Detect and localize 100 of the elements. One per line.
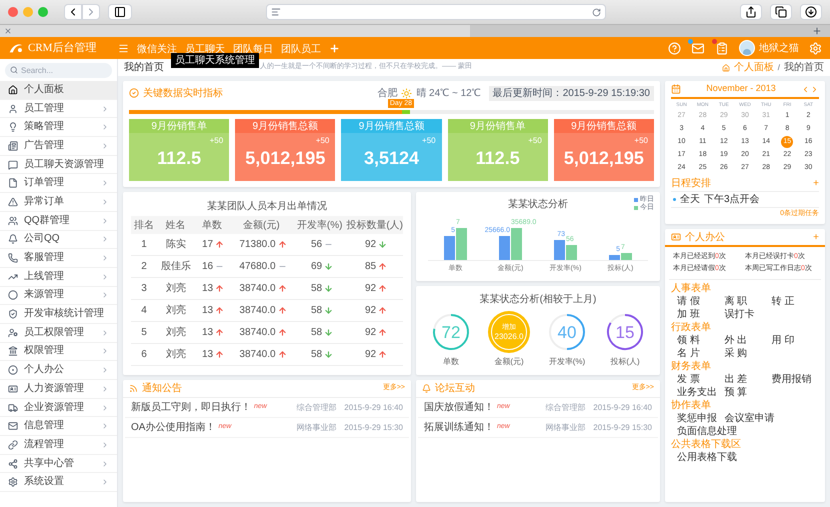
envelope-icon xyxy=(8,421,18,432)
address-field[interactable] xyxy=(266,4,606,20)
rss-icon xyxy=(129,384,138,393)
new-tab-icon[interactable] xyxy=(812,26,822,36)
close-window-button[interactable] xyxy=(8,7,18,17)
notice-title[interactable]: OA办公使用指南！ xyxy=(131,420,216,435)
sidebar-item[interactable]: 个人办公 xyxy=(0,361,117,380)
sidebar-item[interactable]: 权限管理 xyxy=(0,342,117,362)
form-link[interactable]: 业务支出 xyxy=(677,386,724,399)
gauge-value: 40 xyxy=(558,324,576,340)
sidebar-item[interactable]: 人力资源管理 xyxy=(0,380,117,399)
up-arrow-icon xyxy=(378,262,388,271)
form-link[interactable]: 外 出 xyxy=(724,334,772,347)
form-link[interactable]: 用 印 xyxy=(772,334,819,347)
section-title: 公共表格下载区 xyxy=(671,438,741,452)
chevron-icon xyxy=(101,422,109,430)
sidebar-item[interactable]: 流程管理 xyxy=(0,436,117,455)
downloads-button[interactable] xyxy=(800,4,822,20)
search-field[interactable]: Search... xyxy=(5,62,112,78)
gauge-label: 开发率(%) xyxy=(548,356,586,368)
sidebar-item[interactable]: 广告管理 xyxy=(0,137,117,156)
message-icon[interactable] xyxy=(715,42,729,54)
sidebar-item[interactable]: 异常订单 xyxy=(0,193,117,212)
tile-title: 9月份销售单 xyxy=(151,120,207,134)
form-link[interactable]: 加 班 xyxy=(677,308,724,321)
up-arrow-icon xyxy=(278,350,287,359)
form-link[interactable]: 离 职 xyxy=(724,295,772,308)
form-link[interactable]: 预 算 xyxy=(724,386,772,399)
form-link[interactable]: 采 购 xyxy=(724,347,772,360)
settings-icon[interactable] xyxy=(809,42,822,54)
page-title: 我的首页 xyxy=(124,60,164,75)
chat-icon xyxy=(8,160,18,170)
sun-icon xyxy=(401,88,412,98)
card-title: 某某团队人员本月出单情况 xyxy=(207,200,327,214)
column-header: 单数 xyxy=(201,218,223,232)
sidebar-item[interactable]: 客服管理 xyxy=(0,249,117,268)
table-cell-text: 92 xyxy=(364,326,376,340)
form-link[interactable]: 名 片 xyxy=(677,347,724,360)
chevron-icon xyxy=(101,254,109,262)
tabs-button[interactable] xyxy=(770,4,792,20)
document-icon xyxy=(8,178,18,188)
form-link[interactable]: 请 假 xyxy=(677,295,724,308)
sidebar-item[interactable]: 订单管理 xyxy=(0,174,117,194)
form-link[interactable]: 发 票 xyxy=(677,373,724,386)
reload-icon[interactable] xyxy=(592,8,601,16)
form-link[interactable]: 转 正 xyxy=(772,295,819,308)
weather-text: 晴 24℃ ~ 12℃ xyxy=(416,86,481,100)
tile-value: 3,5124 xyxy=(364,149,420,167)
sidebar-item[interactable]: 个人面板 xyxy=(0,81,117,100)
form-link[interactable]: 会议室申请 xyxy=(724,412,819,425)
chevron-icon xyxy=(101,104,109,113)
form-link[interactable]: 出 差 xyxy=(724,373,772,386)
up-arrow-icon xyxy=(278,328,287,337)
sidebar-item[interactable]: 上线管理 xyxy=(0,268,117,287)
notice-title[interactable]: 拓展训练通知！ xyxy=(424,420,494,435)
mail-icon[interactable] xyxy=(691,42,705,54)
breadcrumb-link[interactable]: 我的首页 xyxy=(784,60,824,75)
add-icon[interactable] xyxy=(329,42,340,54)
download-icon xyxy=(805,6,817,18)
back-button[interactable] xyxy=(64,4,82,20)
table-cell-text: 85 xyxy=(364,260,376,274)
sidebar-item[interactable]: 员工管理 xyxy=(0,100,117,118)
previous-month-icon[interactable] xyxy=(801,84,810,94)
form-link[interactable]: 领 料 xyxy=(677,334,724,347)
sidebar-item[interactable]: 员工权限管理 xyxy=(0,324,117,343)
tile-delta: +50 xyxy=(316,135,330,147)
sidebar-item[interactable]: 公司QQ xyxy=(0,230,117,250)
notice-title[interactable]: 国庆放假通知！ xyxy=(424,400,494,415)
notice-title[interactable]: 新版员工守则，即日执行！ xyxy=(131,400,251,415)
sidebar-item[interactable]: 来源管理 xyxy=(0,286,117,306)
sidebar-item[interactable]: 信息管理 xyxy=(0,417,117,436)
form-link[interactable]: 奖惩申报 xyxy=(677,412,724,425)
menu-icon[interactable] xyxy=(118,42,129,54)
table-cell-text: 92 xyxy=(364,238,376,252)
table-cell-text: 56 xyxy=(310,238,322,252)
form-link[interactable]: 费用报销 xyxy=(772,373,819,386)
chevron-icon xyxy=(101,216,109,225)
sidebar-item[interactable]: 员工聊天资源管理 xyxy=(0,156,117,174)
next-month-icon[interactable] xyxy=(810,84,819,94)
column-header: 排名 xyxy=(132,218,155,232)
table-cell-text: 92 xyxy=(364,282,376,296)
up-arrow-icon xyxy=(378,350,388,359)
help-icon[interactable] xyxy=(668,42,681,54)
form-link[interactable]: 负面信息处理 xyxy=(677,425,772,438)
chevron-icon xyxy=(101,328,109,337)
share-button[interactable] xyxy=(740,4,762,20)
minimize-window-button[interactable] xyxy=(23,7,33,17)
form-link[interactable]: 误打卡 xyxy=(724,308,772,321)
tooltip: 员工聊天系统管理 xyxy=(171,53,259,68)
table-cell-text: 58 xyxy=(310,304,322,318)
sidebar-item[interactable]: 策略管理 xyxy=(0,118,117,138)
close-tab-icon[interactable] xyxy=(4,27,12,35)
sidebar-toggle-button[interactable] xyxy=(108,4,132,20)
sidebar-item[interactable]: 开发审核统计管理 xyxy=(0,305,117,324)
sidebar-item[interactable]: 共享中心管 xyxy=(0,454,117,474)
form-link[interactable]: 公用表格下载 xyxy=(677,451,772,464)
sidebar-item[interactable]: 企业资源管理 xyxy=(0,398,117,418)
zoom-window-button[interactable] xyxy=(38,7,48,17)
sidebar-item[interactable]: 系统设置 xyxy=(0,473,117,492)
column-header: 开发率(%) xyxy=(296,218,344,232)
